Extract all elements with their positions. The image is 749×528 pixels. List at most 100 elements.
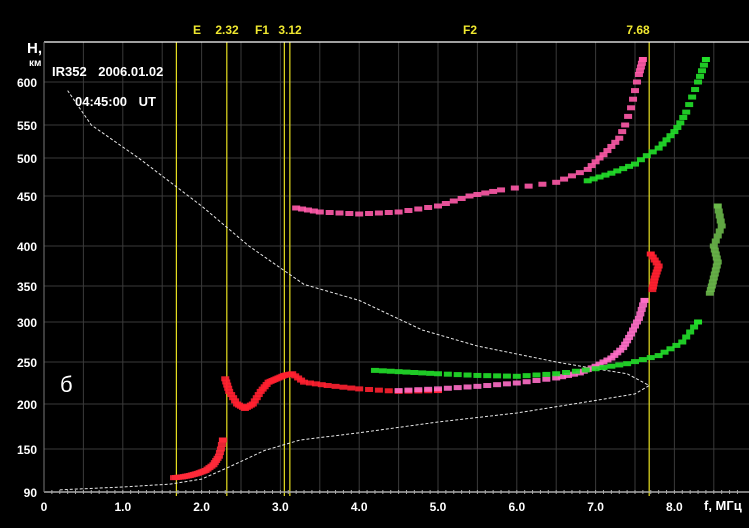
panel-label: б (60, 372, 73, 397)
echo-point (365, 211, 374, 216)
echo-point (634, 315, 643, 321)
marker-label: 2.32 (215, 23, 239, 37)
y-tick-label: 200 (17, 398, 37, 412)
echo-point (631, 161, 639, 167)
echo-point (465, 193, 474, 199)
echo-point (489, 188, 498, 194)
echo-point (552, 179, 561, 185)
y-tick-label: 550 (17, 119, 37, 133)
echo-point (355, 211, 364, 217)
echo-point (335, 210, 344, 216)
echo-point (637, 306, 646, 312)
echo-point (711, 238, 720, 244)
x-axis-label: f, МГц (704, 498, 742, 513)
echo-point (404, 387, 413, 393)
echo-point (434, 386, 442, 392)
echo-point (414, 206, 423, 212)
y-tick-label: 300 (17, 316, 37, 330)
x-tick-label: 5.0 (430, 500, 447, 514)
marker-label: 7.68 (626, 23, 650, 37)
echo-point (443, 371, 452, 377)
echo-point (473, 372, 482, 378)
echo-point (481, 190, 490, 196)
echo-point (673, 124, 682, 130)
time-label: 04:45:00 UT (75, 94, 156, 109)
echo-point (453, 385, 462, 391)
x-tick-label: 8.0 (666, 500, 683, 514)
echo-point (218, 437, 227, 443)
echo-point (441, 201, 450, 206)
echo-point (473, 383, 482, 389)
echo-point (542, 376, 551, 382)
echo-point (345, 211, 354, 216)
echo-point (542, 371, 551, 377)
echo-point (394, 369, 403, 375)
echo-point (378, 368, 387, 374)
y-tick-label: 400 (17, 240, 37, 254)
echo-point (497, 187, 506, 193)
echo-point (624, 113, 633, 119)
y-tick-label: 90 (24, 486, 38, 500)
echo-point (632, 79, 641, 85)
echo-point (688, 94, 697, 100)
marker-label: E (193, 23, 201, 37)
profile-line (59, 90, 651, 491)
echo-point (716, 218, 725, 224)
echo-point (443, 385, 452, 391)
echo-point (591, 366, 600, 372)
echo-point (404, 208, 413, 213)
echo-point (715, 213, 724, 219)
echo-point (618, 129, 627, 135)
echo-point (631, 359, 639, 365)
echo-point (713, 203, 722, 209)
echo-point (512, 380, 521, 386)
echo-point (676, 120, 685, 126)
echo-point (502, 381, 511, 387)
echo-point (621, 122, 630, 128)
echo-point (691, 87, 700, 93)
echo-point (331, 383, 340, 389)
echo-point (560, 176, 569, 182)
echo-point (571, 368, 580, 374)
echo-point (697, 68, 706, 74)
y-tick-label: 450 (17, 190, 37, 204)
echo-point (631, 88, 639, 94)
echo-point (483, 373, 492, 379)
echo-point (532, 377, 541, 383)
echo-point (493, 373, 502, 379)
echo-point (384, 388, 393, 394)
echo-point (217, 442, 226, 447)
echo-point (607, 363, 616, 369)
ionogram-plot: E 2.32 F1 3.12 F2 7.68 90 150 200 250 300 350 400 45… (17, 23, 749, 514)
echo-point (690, 324, 699, 330)
profile-curve (59, 90, 651, 491)
echo-point (679, 114, 688, 120)
echo-point (522, 373, 531, 379)
y-tick-label: 350 (17, 280, 37, 294)
x-tick-label: 4.0 (351, 500, 368, 514)
station-date: IR352 2006.01.02 (52, 64, 164, 79)
grid (44, 42, 749, 492)
echo-point (394, 388, 403, 394)
echo-point (646, 355, 655, 361)
echo-point (699, 62, 708, 68)
echo-point (639, 302, 648, 308)
echo-point (627, 105, 636, 111)
echo-point (717, 223, 726, 229)
echo-point (386, 368, 395, 374)
echo-point (709, 243, 718, 249)
x-tick-label: 6.0 (508, 500, 525, 514)
y-axis-label: H, (27, 40, 42, 57)
echo-point (694, 319, 703, 325)
echo-point (599, 364, 608, 370)
x-tick-label: 2.0 (193, 500, 210, 514)
echo-point (682, 334, 691, 340)
echo-point (714, 208, 723, 214)
echo-point (581, 367, 590, 373)
echo-point (384, 210, 393, 215)
echo-point (623, 361, 632, 367)
echo-point (715, 228, 724, 234)
y-tick-label: 500 (17, 152, 37, 166)
echo-point (522, 379, 531, 385)
echo-point (216, 446, 225, 452)
